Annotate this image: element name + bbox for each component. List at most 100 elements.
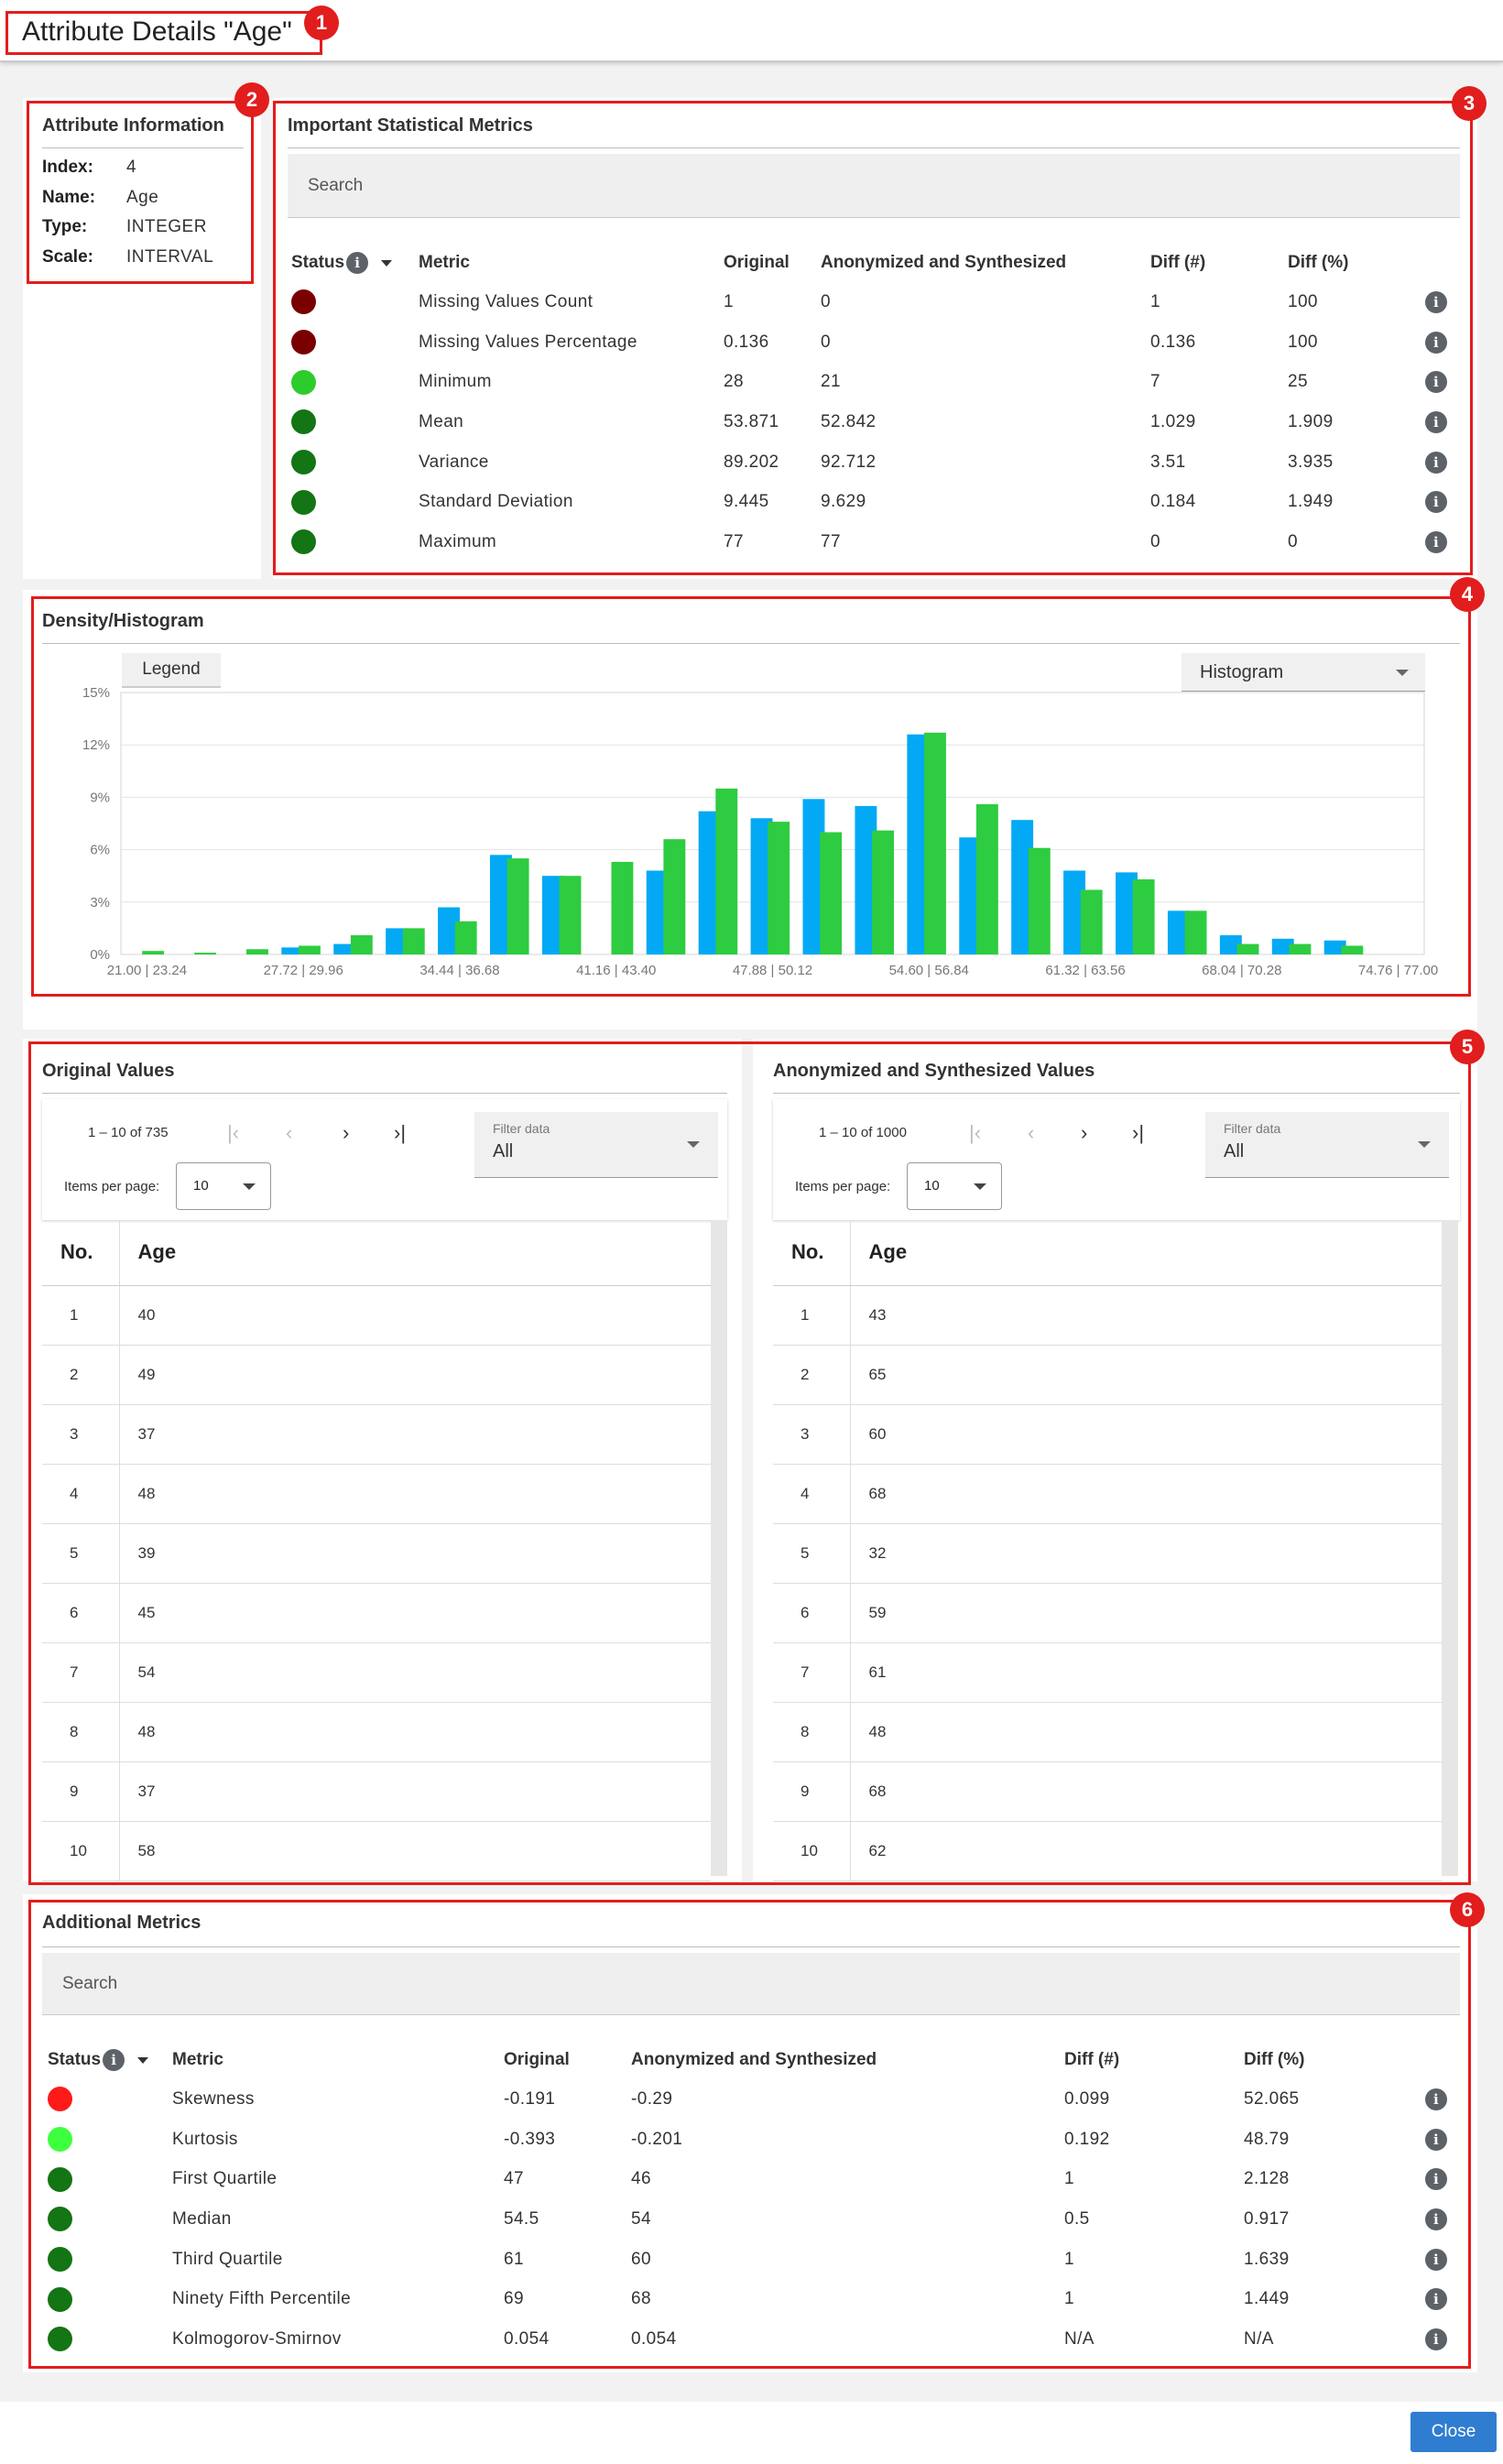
last-page-icon[interactable]: ›|: [394, 1123, 406, 1143]
metric-header[interactable]: Metric: [172, 2041, 504, 2079]
table-row: 6 45: [42, 1583, 711, 1643]
info-icon[interactable]: i: [1425, 2288, 1447, 2311]
status-dot: [291, 289, 316, 315]
metric-cell: Skewness: [172, 2088, 255, 2109]
table-row: 4 68: [773, 1464, 1442, 1524]
last-page-icon[interactable]: ›|: [1132, 1123, 1144, 1143]
x-tick-label: 21.00 | 23.24: [107, 963, 187, 978]
histogram-bar: [1289, 943, 1312, 954]
info-icon[interactable]: i: [346, 252, 369, 274]
no-header[interactable]: No.: [773, 1220, 851, 1286]
diff-abs-header[interactable]: Diff (#): [1150, 244, 1288, 282]
diff-abs-cell: N/A: [1064, 2328, 1095, 2349]
age-value: 45: [119, 1583, 711, 1643]
metric-cell: Kolmogorov-Smirnov: [172, 2328, 342, 2349]
diff-pct-header[interactable]: Diff (%): [1288, 244, 1425, 282]
diff-abs-header[interactable]: Diff (#): [1064, 2041, 1244, 2079]
row-number: 4: [773, 1464, 851, 1524]
age-header[interactable]: Age: [850, 1220, 1442, 1286]
filter-data-select[interactable]: Filter data All: [474, 1112, 718, 1178]
x-tick-label: 47.88 | 50.12: [733, 963, 812, 978]
original-cell: 53.871: [724, 411, 779, 431]
table-row: 2 65: [773, 1345, 1442, 1405]
first-page-icon[interactable]: |‹: [969, 1123, 981, 1143]
histogram-bar: [402, 928, 425, 954]
info-icon[interactable]: i: [1425, 2208, 1447, 2230]
first-page-icon[interactable]: |‹: [227, 1123, 239, 1143]
diff-pct-header[interactable]: Diff (%): [1244, 2041, 1425, 2079]
info-icon[interactable]: i: [1425, 2168, 1447, 2191]
scrollbar[interactable]: [711, 1220, 727, 1876]
chevron-down-icon[interactable]: [381, 259, 393, 267]
prev-page-icon[interactable]: ‹: [286, 1123, 292, 1143]
info-icon[interactable]: i: [1425, 530, 1447, 553]
anon-header[interactable]: Anonymized and Synthesized: [631, 2041, 1064, 2079]
x-tick-label: 41.16 | 43.40: [576, 963, 656, 978]
marker-6: 6: [1450, 1892, 1485, 1927]
info-icon[interactable]: i: [1425, 491, 1447, 514]
next-page-icon[interactable]: ›: [343, 1123, 349, 1143]
y-tick-label: 3%: [90, 895, 110, 910]
age-value: 68: [850, 1761, 1442, 1822]
metrics-search-input[interactable]: Search: [288, 154, 1460, 218]
info-value: INTEGER: [126, 217, 207, 236]
close-button[interactable]: Close: [1410, 2412, 1497, 2452]
chevron-down-icon: [1396, 670, 1409, 676]
chevron-down-icon: [1418, 1141, 1431, 1148]
table-row: 9 68: [773, 1761, 1442, 1822]
row-number: 5: [42, 1523, 120, 1584]
original-header[interactable]: Original: [724, 244, 821, 282]
metric-row: Standard Deviation 9.445 9.629 0.184 1.949 i: [291, 482, 1460, 522]
age-value: 32: [850, 1523, 1442, 1584]
status-dot: [48, 2327, 72, 2352]
info-icon[interactable]: i: [1425, 371, 1447, 394]
items-per-page-label: Items per page:: [64, 1179, 160, 1194]
filter-data-select[interactable]: Filter data All: [1205, 1112, 1449, 1178]
original-cell: 9.445: [724, 492, 769, 512]
info-icon[interactable]: i: [1425, 410, 1447, 433]
metric-cell: Kurtosis: [172, 2129, 238, 2149]
next-page-icon[interactable]: ›: [1081, 1123, 1087, 1143]
prev-page-icon[interactable]: ‹: [1028, 1123, 1034, 1143]
anon-header[interactable]: Anonymized and Synthesized: [821, 244, 1150, 282]
no-header[interactable]: No.: [42, 1220, 120, 1286]
anon-cell: 60: [631, 2249, 651, 2269]
age-header[interactable]: Age: [119, 1220, 711, 1286]
metric-row: Mean 53.871 52.842 1.029 1.909 i: [291, 402, 1460, 442]
page-range: 1 – 10 of 1000: [819, 1125, 907, 1140]
info-icon[interactable]: i: [1425, 331, 1447, 354]
info-icon[interactable]: i: [1425, 2128, 1447, 2151]
info-cell: i: [1425, 402, 1460, 442]
histogram-bar: [924, 732, 946, 954]
original-cell: 77: [724, 531, 744, 551]
metric-cell: Standard Deviation: [419, 492, 573, 512]
items-per-page-select[interactable]: 10: [176, 1162, 271, 1210]
table-row: 3 37: [42, 1404, 711, 1465]
table-row: 6 59: [773, 1583, 1442, 1643]
info-icon[interactable]: i: [1425, 2248, 1447, 2271]
table-row: 9 37: [42, 1761, 711, 1822]
diff-abs-cell: 0.5: [1064, 2208, 1090, 2229]
status-header[interactable]: Status i: [291, 244, 419, 282]
additional-search-input[interactable]: Search: [42, 1953, 1460, 2015]
info-cell: i: [1425, 2120, 1460, 2160]
info-icon[interactable]: i: [1425, 2328, 1447, 2350]
chevron-down-icon[interactable]: [137, 2056, 149, 2064]
anon-cell: 21: [821, 372, 841, 392]
diff-pct-cell: 1.949: [1288, 492, 1334, 512]
histogram-bar: [1341, 945, 1364, 954]
table-header-row: No. Age: [773, 1220, 1442, 1286]
metric-header[interactable]: Metric: [419, 244, 724, 282]
info-icon[interactable]: i: [1425, 2088, 1447, 2110]
table-header-row: Status i Metric Original Anonymized and S…: [291, 244, 1460, 282]
info-icon[interactable]: i: [103, 2049, 125, 2071]
items-per-page-select[interactable]: 10: [907, 1162, 1002, 1210]
scrollbar[interactable]: [1442, 1220, 1458, 1876]
original-header[interactable]: Original: [504, 2041, 631, 2079]
status-dot: [48, 2286, 72, 2312]
chevron-down-icon: [687, 1141, 700, 1148]
histogram-bar: [611, 861, 634, 954]
status-header[interactable]: Status i: [48, 2041, 172, 2079]
info-icon[interactable]: i: [1425, 451, 1447, 474]
info-icon[interactable]: i: [1425, 290, 1447, 313]
